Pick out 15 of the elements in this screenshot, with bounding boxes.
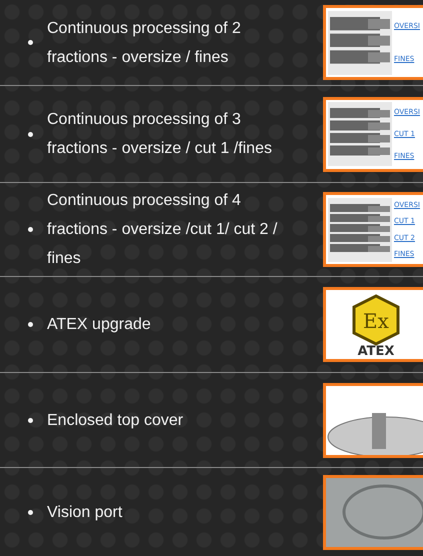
bullet-icon <box>28 40 33 45</box>
option-text: Enclosed top cover <box>47 410 184 430</box>
option-text: Vision port <box>47 502 124 522</box>
bullet-icon <box>28 418 33 422</box>
sieve-drawing <box>328 198 392 262</box>
bullet-icon <box>28 322 33 327</box>
option-text: Continuous processing of 4 fractions - oversize /cut 1/ cut 2 / fines <box>47 191 278 269</box>
sieve-drawing <box>328 102 392 166</box>
bullet-icon <box>28 227 33 232</box>
bullet-icon <box>28 510 33 514</box>
bullet-icon <box>28 132 33 136</box>
option-text: Continuous processing of 2 fractions - oversize / fines <box>47 18 242 68</box>
sieve-drawing <box>328 10 392 74</box>
option-text: Continuous processing of 3 fractions - oversize / cut 1 /fines <box>47 110 273 159</box>
option-text: ATEX upgrade <box>47 315 152 335</box>
